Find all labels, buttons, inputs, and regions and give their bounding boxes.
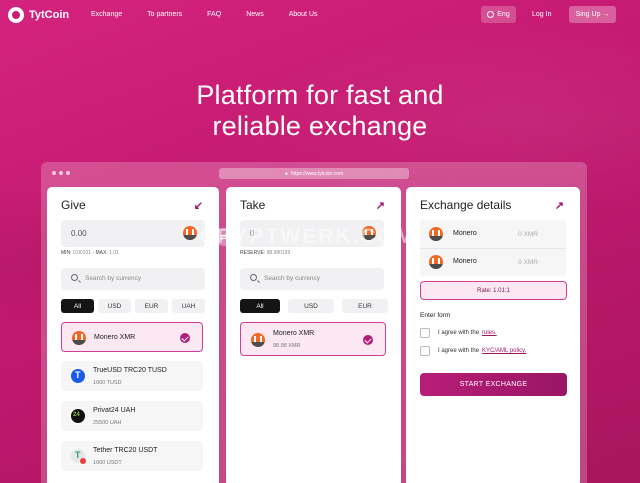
agree-rules: I agree with the rules. bbox=[420, 328, 497, 338]
take-filter-all[interactable]: All bbox=[240, 299, 280, 313]
give-search-input[interactable]: Search by currency bbox=[61, 268, 205, 290]
nav-link-news[interactable]: News bbox=[246, 11, 264, 18]
monero-icon bbox=[251, 333, 265, 347]
hero-heading: Platform for fast and reliable exchange bbox=[0, 80, 640, 142]
login-link[interactable]: Log In bbox=[532, 11, 551, 18]
rules-link[interactable]: rules. bbox=[482, 330, 497, 336]
currency-name: Tether TRC20 USDT bbox=[93, 447, 158, 454]
language-button[interactable]: Eng bbox=[481, 6, 516, 23]
take-search-input[interactable]: Search by currency bbox=[240, 268, 384, 290]
detail-take-name: Monero bbox=[453, 258, 477, 265]
logo-text: TytCoin bbox=[29, 9, 70, 21]
monero-icon bbox=[72, 331, 86, 345]
take-filter-tabs: All USD EUR bbox=[240, 299, 388, 313]
globe-icon bbox=[487, 11, 495, 18]
window-dots bbox=[52, 171, 70, 175]
take-panel: Take ↗ 0 RESERVE: 98.980199 Search by cu… bbox=[226, 187, 401, 483]
give-filter-eur[interactable]: EUR bbox=[135, 299, 168, 313]
trueusd-icon bbox=[71, 369, 85, 383]
reserve-info: RESERVE: 98.980199 bbox=[240, 250, 290, 256]
monero-icon bbox=[362, 226, 376, 240]
agree-kyc: I agree with the KYC/AML policy. bbox=[420, 346, 526, 356]
check-icon bbox=[363, 335, 373, 345]
monero-icon bbox=[429, 227, 443, 241]
currency-name: Monero XMR bbox=[273, 330, 315, 337]
currency-name: Monero XMR bbox=[94, 334, 136, 341]
details-summary: Monero 0 XMR Monero 0 XMR bbox=[420, 220, 566, 276]
start-exchange-button[interactable]: START EXCHANGE bbox=[420, 373, 567, 396]
take-filter-eur[interactable]: EUR bbox=[342, 299, 388, 313]
logo-icon bbox=[8, 7, 24, 23]
url-text: https://www.tytcoin.com bbox=[290, 170, 344, 177]
give-title: Give bbox=[61, 198, 86, 212]
detail-give-name: Monero bbox=[453, 230, 477, 237]
kyc-checkbox[interactable] bbox=[420, 346, 430, 356]
give-search-placeholder: Search by currency bbox=[85, 275, 141, 282]
currency-amount: 98.98 XMR bbox=[273, 343, 301, 349]
monero-icon bbox=[183, 226, 197, 240]
currency-amount: 1000 USDT bbox=[93, 460, 122, 466]
min-max-limits: MIN: 0.00101 - MAX: 1.01 bbox=[61, 250, 119, 256]
hero-line-1: Platform for fast and bbox=[196, 80, 444, 110]
top-nav: TytCoin Exchange To partners FAQ News Ab… bbox=[0, 0, 640, 30]
logo[interactable]: TytCoin bbox=[8, 7, 69, 23]
currency-name: Privat24 UAH bbox=[93, 407, 136, 414]
reserve-label: RESERVE: bbox=[240, 250, 266, 256]
reserve-value: 98.980199 bbox=[266, 250, 291, 256]
exchange-rate: Rate: 1.01:1 bbox=[420, 281, 567, 300]
nav-link-partners[interactable]: To partners bbox=[147, 11, 182, 18]
tether-icon bbox=[71, 449, 86, 464]
arrow-up-right-icon: ↗ bbox=[554, 200, 564, 212]
agree-kyc-text: I agree with the bbox=[438, 348, 480, 354]
detail-give-value: 0 XMR bbox=[518, 231, 538, 238]
give-currency-monero[interactable]: Monero XMR bbox=[61, 322, 203, 352]
nav-links: Exchange To partners FAQ News About Us bbox=[91, 11, 343, 18]
arrow-up-right-icon: ↗ bbox=[375, 200, 385, 212]
take-search-placeholder: Search by currency bbox=[264, 275, 320, 282]
search-icon bbox=[71, 274, 78, 281]
language-label: Eng bbox=[497, 11, 510, 18]
give-filter-tabs: All USD EUR UAH bbox=[61, 299, 205, 313]
give-currency-trueusd[interactable]: TrueUSD TRC20 TUSD 1000 TUSD bbox=[61, 361, 203, 391]
enter-form-label: Enter form bbox=[420, 312, 451, 319]
give-filter-all[interactable]: All bbox=[61, 299, 94, 313]
take-title: Take bbox=[240, 198, 266, 212]
min-label: MIN: bbox=[61, 250, 72, 256]
give-filter-usd[interactable]: USD bbox=[98, 299, 131, 313]
nav-link-about[interactable]: About Us bbox=[289, 11, 318, 18]
take-currency-monero[interactable]: Monero XMR 98.98 XMR bbox=[240, 322, 386, 356]
give-currency-tether[interactable]: Tether TRC20 USDT 1000 USDT bbox=[61, 441, 203, 471]
currency-name: TrueUSD TRC20 TUSD bbox=[93, 367, 167, 374]
max-label: MAX: bbox=[95, 250, 108, 256]
take-filter-usd[interactable]: USD bbox=[288, 299, 334, 313]
arrow-down-left-icon: ↙ bbox=[193, 200, 203, 212]
exchange-details-panel: Exchange details ↗ Monero 0 XMR Monero 0… bbox=[406, 187, 580, 483]
agree-rules-text: I agree with the bbox=[438, 330, 480, 336]
privat24-icon bbox=[71, 409, 85, 423]
search-icon bbox=[250, 274, 257, 281]
rules-checkbox[interactable] bbox=[420, 328, 430, 338]
min-value: 0.00101 bbox=[72, 250, 92, 256]
currency-amount: 25500 UAH bbox=[93, 420, 122, 426]
hero-line-2: reliable exchange bbox=[212, 111, 428, 141]
lock-icon: ● bbox=[284, 170, 288, 177]
detail-take-value: 0 XMR bbox=[518, 259, 538, 266]
url-bar: ● https://www.tytcoin.com bbox=[219, 168, 409, 179]
details-title: Exchange details bbox=[420, 198, 512, 212]
monero-icon bbox=[429, 255, 443, 269]
give-panel: Give ↙ 0.00 MIN: 0.00101 - MAX: 1.01 Sea… bbox=[47, 187, 219, 483]
divider bbox=[420, 248, 566, 249]
kyc-link[interactable]: KYC/AML policy. bbox=[482, 348, 526, 354]
give-filter-uah[interactable]: UAH bbox=[172, 299, 205, 313]
check-icon bbox=[180, 333, 190, 343]
max-value: 1.01 bbox=[109, 250, 119, 256]
currency-amount: 1000 TUSD bbox=[93, 380, 122, 386]
nav-link-exchange[interactable]: Exchange bbox=[91, 11, 122, 18]
nav-link-faq[interactable]: FAQ bbox=[207, 11, 221, 18]
signup-button[interactable]: Sing Up → bbox=[569, 6, 616, 23]
give-currency-privat24[interactable]: Privat24 UAH 25500 UAH bbox=[61, 401, 203, 431]
